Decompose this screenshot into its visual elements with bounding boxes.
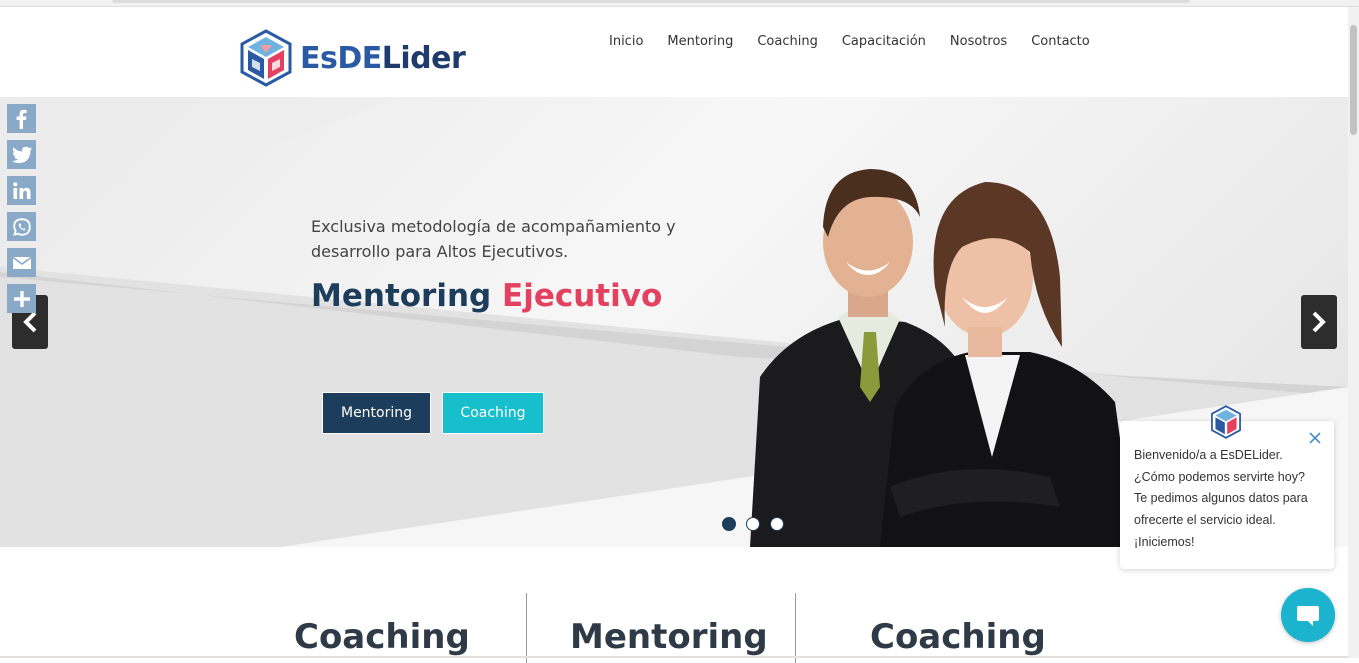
share-more-button[interactable] [7, 284, 36, 313]
nav-item-mentoring[interactable]: Mentoring [667, 34, 733, 49]
column-divider [795, 593, 796, 663]
share-email-button[interactable] [7, 248, 36, 277]
logo-wordmark-prefix: EsDE [300, 40, 382, 76]
nav-item-contacto[interactable]: Contacto [1031, 34, 1090, 49]
chat-launcher-button[interactable] [1281, 588, 1335, 642]
logo-wordmark: EsDELider [300, 40, 466, 76]
chat-avatar-logo-icon [1211, 405, 1241, 439]
share-linkedin-button[interactable] [7, 176, 36, 205]
scrollbar-thumb[interactable] [1350, 25, 1357, 135]
share-twitter-button[interactable] [7, 140, 36, 169]
hero-text-block: Exclusiva metodología de acompañamiento … [311, 214, 751, 314]
nav-item-inicio[interactable]: Inicio [609, 34, 643, 49]
main-nav: Inicio Mentoring Coaching Capacitación N… [597, 34, 1102, 49]
nav-item-coaching[interactable]: Coaching [757, 34, 818, 49]
chat-line: ¡Iniciemos! [1134, 534, 1195, 549]
browser-top-strip [0, 0, 1359, 7]
share-facebook-button[interactable] [7, 104, 36, 133]
nav-item-capacitacion[interactable]: Capacitación [842, 34, 926, 49]
slider-dot-3[interactable] [770, 517, 784, 531]
hero-title-part2: Ejecutivo [502, 278, 663, 314]
facebook-icon [16, 109, 27, 129]
social-share-bar [7, 104, 36, 320]
chat-line: ¿Cómo podemos servirte hoy? [1134, 469, 1305, 484]
nav-item-nosotros[interactable]: Nosotros [950, 34, 1007, 49]
chat-line: ofrecerte el servicio ideal. [1134, 513, 1276, 528]
coaching-button[interactable]: Coaching [442, 392, 544, 434]
service-title-coaching: Coaching [294, 617, 470, 657]
twitter-icon [11, 146, 32, 163]
chat-line: Te pedimos algunos datos para [1134, 491, 1308, 506]
service-title-coaching-2: Coaching [870, 617, 1046, 657]
whatsapp-icon [12, 217, 31, 236]
executives-photo [750, 169, 1135, 547]
plus-icon [13, 290, 30, 307]
logo-wordmark-suffix: Lider [381, 40, 466, 76]
mentoring-button[interactable]: Mentoring [322, 392, 431, 434]
esdelider-cube-logo-icon [240, 29, 292, 87]
slider-dot-1[interactable] [722, 517, 736, 531]
site-logo[interactable]: EsDELider [240, 29, 466, 87]
chat-bubble-icon [1297, 606, 1319, 626]
service-title-mentoring: Mentoring [570, 617, 768, 657]
slider-next-button[interactable] [1301, 295, 1337, 349]
chat-welcome-popup: Bienvenido/a a EsDELider. ¿Cómo podemos … [1120, 421, 1334, 569]
email-icon [12, 256, 31, 269]
close-icon[interactable] [1308, 431, 1322, 445]
page-scrollbar[interactable] [1348, 7, 1359, 658]
column-divider [526, 593, 527, 663]
hero-title-part1: Mentoring [311, 278, 492, 314]
share-whatsapp-button[interactable] [7, 212, 36, 241]
address-bar-edge [112, 0, 1190, 3]
chevron-right-icon [1312, 311, 1326, 333]
chat-line: Bienvenido/a a EsDELider. [1134, 448, 1283, 462]
slider-dot-2[interactable] [746, 517, 760, 531]
hero-subtitle: Exclusiva metodología de acompañamiento … [311, 217, 676, 261]
hero-title: Mentoring Ejecutivo [311, 278, 751, 314]
site-header: EsDELider Inicio Mentoring Coaching Capa… [0, 7, 1348, 97]
chat-message: Bienvenido/a a EsDELider. ¿Cómo podemos … [1134, 445, 1324, 554]
linkedin-icon [12, 181, 30, 199]
slider-pagination [722, 517, 794, 531]
